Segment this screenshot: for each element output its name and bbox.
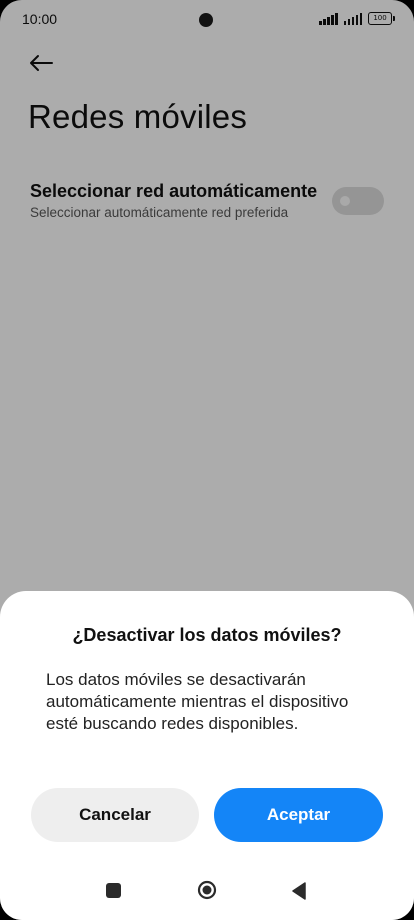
cancel-button[interactable]: Cancelar xyxy=(31,788,199,842)
dialog-message: Los datos móviles se desactivarán automá… xyxy=(46,670,349,733)
square-icon[interactable] xyxy=(106,883,121,898)
dialog-title: ¿Desactivar los datos móviles? xyxy=(72,625,342,645)
screen: 10:00 100 Redes móviles Seleccionar red … xyxy=(0,0,414,920)
circle-home-icon[interactable] xyxy=(197,880,217,900)
accept-button[interactable]: Aceptar xyxy=(214,788,383,842)
navigation-bar xyxy=(0,866,414,920)
confirm-dialog: ¿Desactivar los datos móviles? Los datos… xyxy=(0,591,414,920)
triangle-back-icon[interactable] xyxy=(291,882,307,900)
